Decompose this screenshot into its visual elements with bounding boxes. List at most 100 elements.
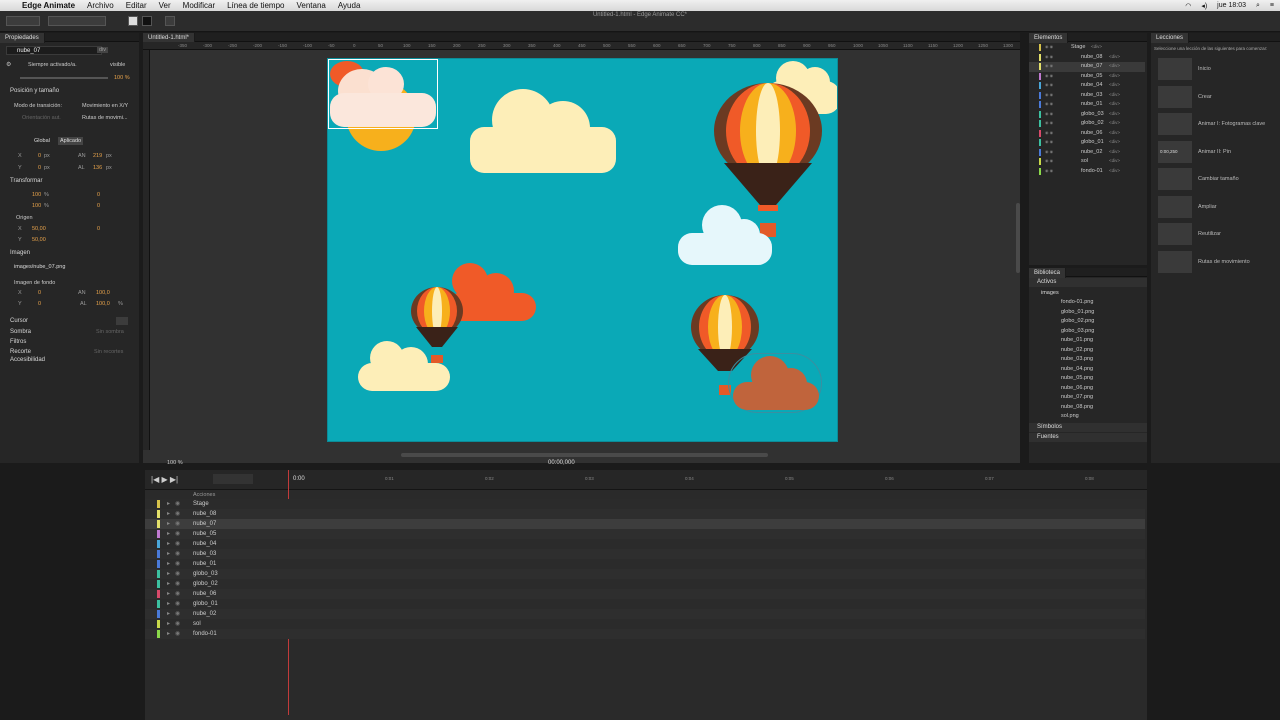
visibility-label[interactable]: visible (110, 62, 125, 68)
eye-icon[interactable]: ◉ (175, 550, 180, 557)
expand-arrow-icon[interactable]: ▸ (167, 540, 170, 547)
expand-arrow-icon[interactable]: ▸ (167, 500, 170, 507)
eye-lock-icon[interactable]: ◉ ◉ (1045, 168, 1053, 173)
expand-arrow-icon[interactable]: ▸ (167, 560, 170, 567)
library-file[interactable]: nube_06.png (1061, 385, 1093, 391)
applied-button[interactable]: Aplicado (58, 137, 84, 145)
expand-arrow-icon[interactable]: ▸ (167, 530, 170, 537)
timeline-layer[interactable]: ▸ ◉ nube_01 (145, 559, 1145, 569)
timeline-layer[interactable]: ▸ ◉ nube_02 (145, 609, 1145, 619)
element-row[interactable]: ◉ ◉ nube_04 <div> (1029, 81, 1145, 91)
timeline-layer[interactable]: ▸ ◉ globo_01 (145, 599, 1145, 609)
library-file[interactable]: nube_03.png (1061, 356, 1093, 362)
timeline-layer[interactable]: ▸ ◉ fondo-01 (145, 629, 1145, 639)
eye-icon[interactable]: ◉ (175, 570, 180, 577)
eye-lock-icon[interactable]: ◉ ◉ (1045, 73, 1053, 78)
transform-section[interactable]: Transformar (10, 178, 42, 184)
eye-icon[interactable]: ◉ (175, 520, 180, 527)
tab-elements[interactable]: Elementos (1029, 33, 1069, 43)
element-id-field[interactable]: nube_07 (6, 46, 102, 55)
clock[interactable]: jue 18:03 (1217, 2, 1246, 9)
timeline-layer[interactable]: ▸ ◉ globo_02 (145, 579, 1145, 589)
timeline-layer[interactable]: ▸ ◉ sol (145, 619, 1145, 629)
timeline-layer[interactable]: ▸ ◉ nube_07 (145, 519, 1145, 529)
always-on-icon[interactable]: ⚙ (6, 61, 11, 68)
cursor-picker[interactable] (116, 317, 128, 325)
expand-arrow-icon[interactable]: ▸ (167, 630, 170, 637)
expand-arrow-icon[interactable]: ▸ (167, 550, 170, 557)
eye-lock-icon[interactable]: ◉ ◉ (1045, 139, 1053, 144)
element-row[interactable]: ◉ ◉ nube_03 <div> (1029, 91, 1145, 101)
library-file[interactable]: globo_03.png (1061, 328, 1094, 334)
always-on-label[interactable]: Siempre activado/a. (28, 62, 77, 68)
position-section[interactable]: Posición y tamaño (10, 88, 59, 94)
eye-lock-icon[interactable]: ◉ ◉ (1045, 149, 1053, 154)
lesson-item[interactable]: Crear (1151, 85, 1280, 112)
eye-lock-icon[interactable]: ◉ ◉ (1045, 101, 1053, 106)
eye-lock-icon[interactable]: ◉ ◉ (1045, 120, 1053, 125)
shape-tools[interactable] (48, 16, 106, 26)
timeline-layer[interactable]: ▸ ◉ nube_08 (145, 509, 1145, 519)
lesson-item[interactable]: Cambiar tamaño (1151, 168, 1280, 194)
library-file[interactable]: nube_04.png (1061, 366, 1093, 372)
cloud-nube-04[interactable] (678, 205, 772, 265)
eye-icon[interactable]: ◉ (175, 530, 180, 537)
selection-tools[interactable] (6, 16, 40, 26)
element-row[interactable]: ◉ ◉ nube_08 <div> (1029, 53, 1145, 63)
expand-arrow-icon[interactable]: ▸ (167, 570, 170, 577)
global-button[interactable]: Global (34, 138, 50, 144)
eye-lock-icon[interactable]: ◉ ◉ (1045, 63, 1053, 68)
bg-x-value[interactable]: 0 (38, 290, 41, 296)
clip-section[interactable]: Recorte (10, 349, 31, 355)
element-row[interactable]: ◉ ◉ globo_02 <div> (1029, 119, 1145, 129)
image-file[interactable]: images/nube_07.png (14, 264, 65, 270)
shadow-section[interactable]: Sombra (10, 329, 31, 335)
menu-editar[interactable]: Editar (120, 1, 153, 10)
symbols-section[interactable]: Símbolos (1029, 423, 1147, 432)
element-row[interactable]: ◉ ◉ nube_01 <div> (1029, 100, 1145, 110)
bg-y-value[interactable]: 0 (38, 301, 41, 307)
fill-color-swatch[interactable] (128, 16, 138, 26)
expand-arrow-icon[interactable]: ▸ (167, 620, 170, 627)
menu-modificar[interactable]: Modificar (177, 1, 221, 10)
cloud-nube-08[interactable] (470, 89, 616, 173)
scale-y-value[interactable]: 100 (32, 203, 41, 209)
eye-icon[interactable]: ◉ (175, 620, 180, 627)
library-file[interactable]: fondo-01.png (1061, 299, 1093, 305)
timeline-layer[interactable]: ▸ ◉ nube_04 (145, 539, 1145, 549)
expand-arrow-icon[interactable]: ▸ (167, 600, 170, 607)
eye-icon[interactable]: ◉ (175, 580, 180, 587)
bg-h-value[interactable]: 100,0 (96, 301, 110, 307)
height-value[interactable]: 136 (93, 165, 102, 171)
opacity-slider[interactable] (20, 77, 108, 79)
tab-lessons[interactable]: Lecciones (1151, 33, 1190, 43)
eye-icon[interactable]: ◉ (175, 560, 180, 567)
filters-section[interactable]: Filtros (10, 339, 26, 345)
auto-orient-option[interactable]: Orientación aut. (22, 115, 61, 121)
timeline-layer[interactable]: ▸ ◉ nube_06 (145, 589, 1145, 599)
lesson-item[interactable]: Ampliar (1151, 195, 1280, 222)
vertical-scrollbar[interactable] (1016, 203, 1020, 273)
element-row[interactable]: ◉ ◉ nube_06 <div> (1029, 129, 1145, 139)
skew-y-value[interactable]: 0 (97, 203, 100, 209)
expand-arrow-icon[interactable]: ▸ (167, 590, 170, 597)
menu-app[interactable]: Edge Animate (16, 1, 81, 10)
library-file[interactable]: nube_05.png (1061, 375, 1093, 381)
eye-lock-icon[interactable]: ◉ ◉ (1045, 82, 1053, 87)
menu-ver[interactable]: Ver (153, 1, 177, 10)
image-section[interactable]: Imagen (10, 250, 30, 256)
images-folder[interactable]: images (1041, 290, 1059, 296)
stage-time[interactable]: 00:00,000 (548, 460, 575, 466)
stage-canvas[interactable] (327, 58, 838, 442)
eye-lock-icon[interactable]: ◉ ◉ (1045, 130, 1053, 135)
element-row[interactable]: ◉ ◉ Stage <div> (1029, 43, 1145, 53)
tab-library[interactable]: Biblioteca (1029, 268, 1067, 278)
rotate-value[interactable]: 0 (97, 226, 100, 232)
eye-icon[interactable]: ◉ (175, 540, 180, 547)
menu-ventana[interactable]: Ventana (290, 1, 331, 10)
opacity-value[interactable]: 100 % (114, 75, 130, 81)
zoom-level[interactable]: 100 % (167, 460, 183, 466)
eye-lock-icon[interactable]: ◉ ◉ (1045, 92, 1053, 97)
stroke-color-swatch[interactable] (142, 16, 152, 26)
motion-paths-option[interactable]: Rutas de movimi... (82, 115, 128, 121)
